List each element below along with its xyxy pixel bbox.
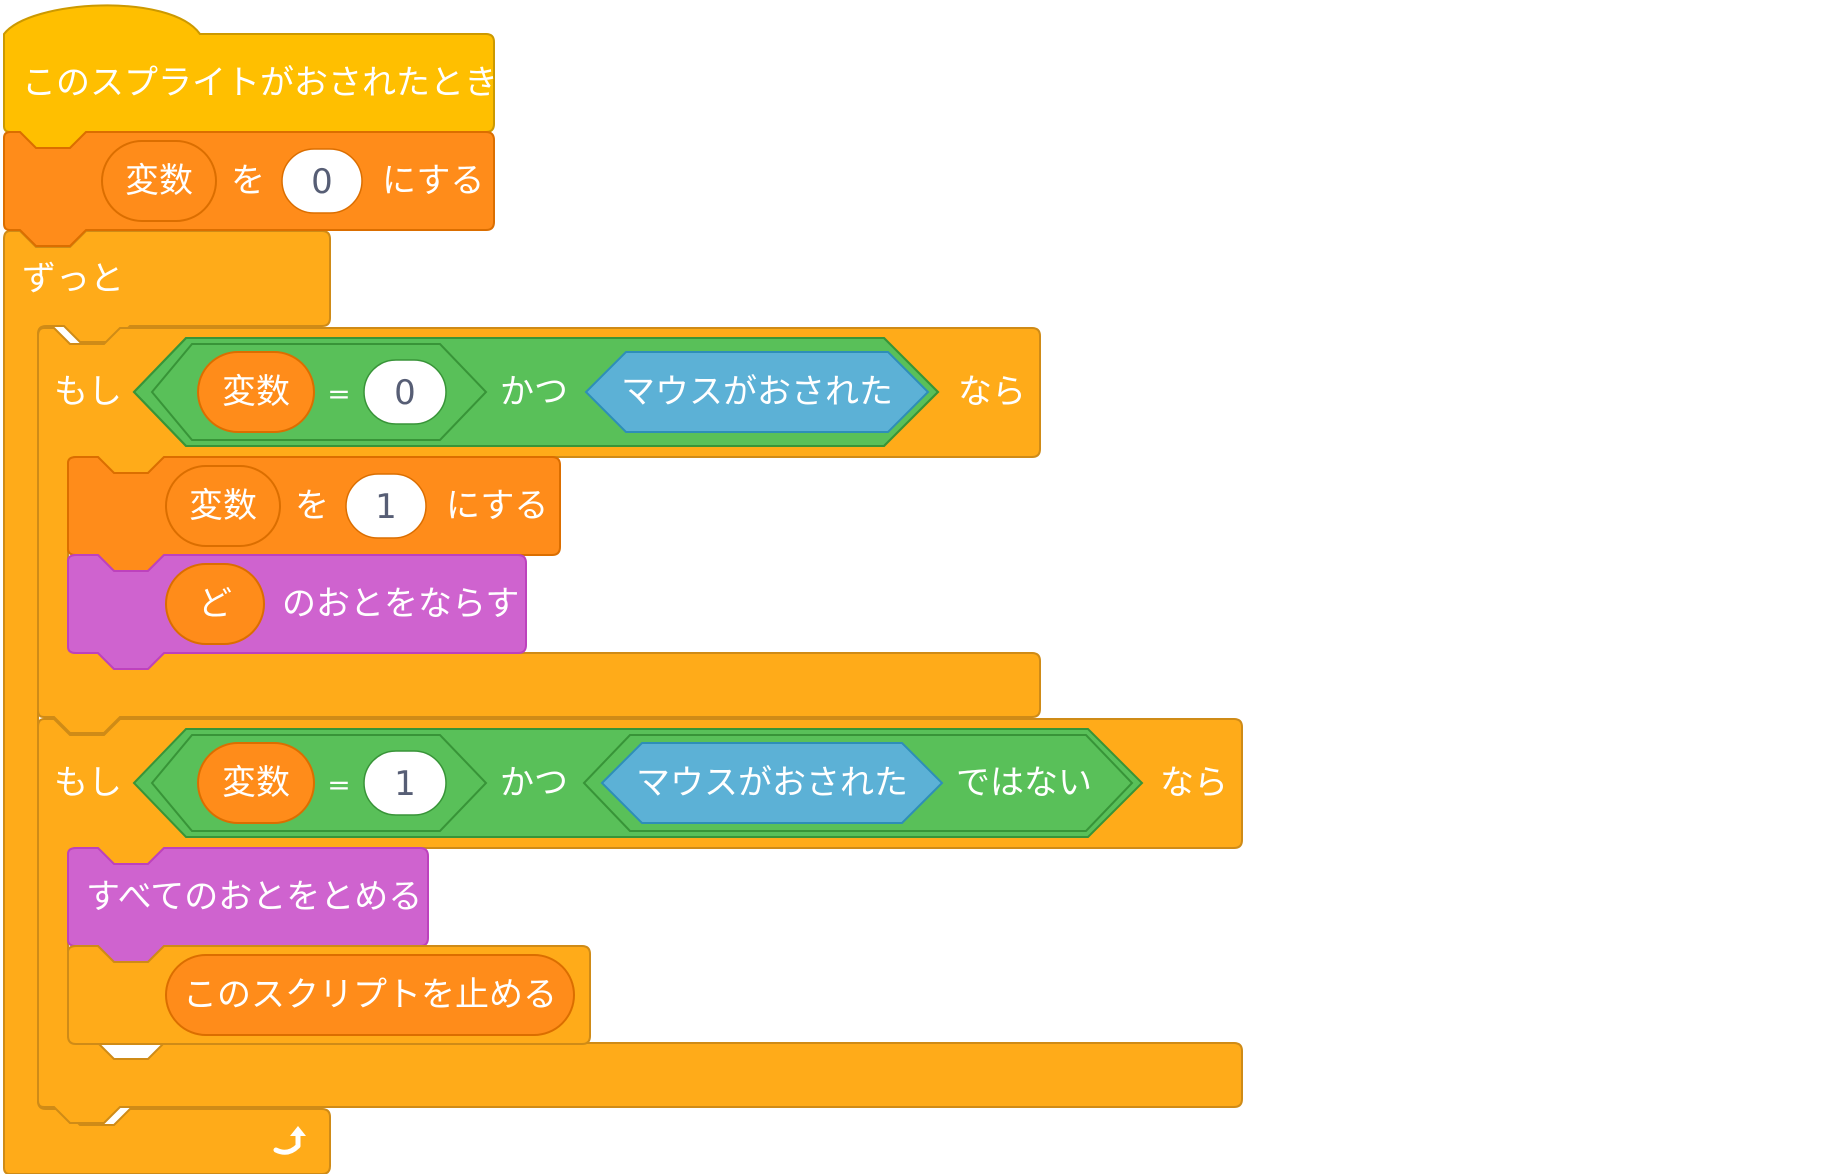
- set-if1-nisuru-label: にする: [446, 486, 548, 526]
- if2-mouse-down-sensing[interactable]: マウスがおされた: [600, 742, 944, 824]
- if1-and-operator[interactable]: 変数 = 0 かつ マウスがおされた: [132, 337, 940, 447]
- if2-and-operator[interactable]: 変数 = 1 かつ マウスがおされた ではない: [132, 728, 1144, 838]
- if2-value-text: 1: [394, 764, 416, 804]
- set-if1-wo-label: を: [295, 486, 329, 526]
- set-initial-variable-name: 変数: [125, 161, 193, 201]
- if1-katsu-label: かつ: [500, 372, 568, 412]
- set-initial-value-text: 0: [311, 162, 333, 202]
- if2-nara-label: なら: [1160, 763, 1228, 803]
- if1-mouse-down-label: マウスがおされた: [621, 372, 893, 412]
- stop-all-sounds-block[interactable]: すべてのおとをとめる: [67, 847, 429, 963]
- if1-equals-operator[interactable]: 変数 = 0: [150, 343, 488, 441]
- stop-option-label: このスクリプトを止める: [183, 975, 557, 1015]
- if2-not-operator[interactable]: マウスがおされた ではない: [582, 734, 1134, 832]
- hat-label: このスプライトがおされたとき: [22, 63, 498, 103]
- if1-mouse-down-sensing[interactable]: マウスがおされた: [584, 351, 930, 433]
- if2-not-label: ではない: [956, 763, 1092, 803]
- when-sprite-clicked-hat[interactable]: このスプライトがおされたとき: [3, 4, 498, 149]
- set-if1-value-text: 1: [375, 487, 397, 527]
- if2-equals-sign: =: [327, 769, 350, 802]
- code-canvas: ずっと もし なら 変数 = 0 かつ マウスがおされた もし なら 変数 = …: [0, 0, 1836, 1174]
- set-if1-variable-name: 変数: [189, 486, 257, 526]
- set-initial-nisuru-label: にする: [382, 161, 484, 201]
- play-sound-label: のおとをならす: [282, 584, 519, 624]
- if1-value-text: 0: [394, 373, 416, 413]
- if2-mouse-down-label: マウスがおされた: [636, 763, 908, 803]
- set-variable-block-if1[interactable]: 変数 を 1 にする: [67, 456, 561, 572]
- stop-sounds-label: すべてのおとをとめる: [86, 877, 422, 917]
- if1-equals-sign: =: [327, 378, 350, 411]
- sound-name-text: ど: [198, 584, 232, 624]
- if2-moshi-label: もし: [54, 763, 122, 803]
- set-initial-wo-label: を: [231, 161, 265, 201]
- if1-nara-label: なら: [958, 372, 1026, 412]
- forever-label: ずっと: [22, 259, 124, 299]
- if1-variable-name: 変数: [222, 372, 290, 412]
- if2-variable-name: 変数: [222, 763, 290, 803]
- set-variable-block-initial[interactable]: 変数 を 0 にする: [3, 131, 495, 247]
- if1-moshi-label: もし: [54, 372, 122, 412]
- play-sound-block[interactable]: ど のおとをならす: [67, 554, 527, 670]
- if2-katsu-label: かつ: [500, 763, 568, 803]
- if2-equals-operator[interactable]: 変数 = 1: [150, 734, 488, 832]
- script-area: ずっと もし なら 変数 = 0 かつ マウスがおされた もし なら 変数 = …: [3, 4, 1243, 1174]
